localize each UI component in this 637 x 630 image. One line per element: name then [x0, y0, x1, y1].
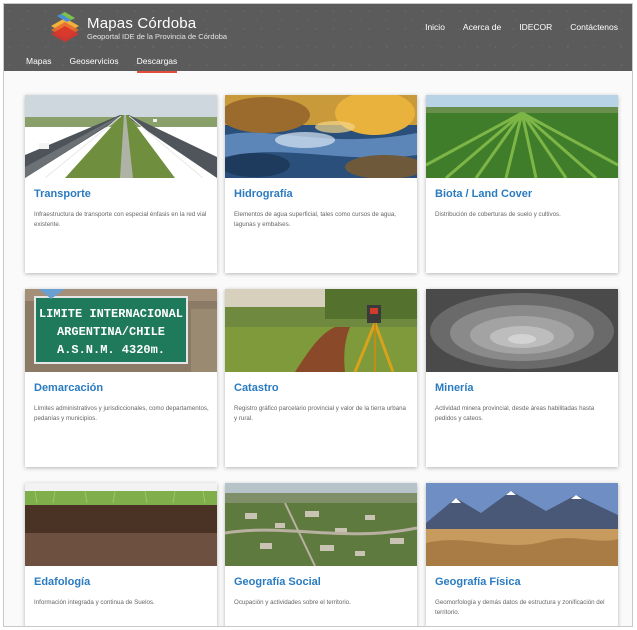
card-description: Geomorfología y demás datos de estructur… [435, 599, 605, 616]
card-demarcacion[interactable]: LIMITE INTERNACIONAL ARGENTINA/CHILE A.S… [25, 289, 217, 467]
sign-line-1: LIMITE INTERNACIONAL [39, 307, 183, 321]
card-title[interactable]: Catastro [234, 382, 279, 394]
brand-subtitle: Geoportal IDE de la Provincia de Córdoba [87, 32, 228, 41]
card-description: Elementos de agua superficial, tales com… [234, 211, 396, 228]
card-title[interactable]: Transporte [34, 188, 91, 200]
card-description: Información integrada y continua de Suel… [34, 599, 155, 606]
crop-field-photo [426, 95, 618, 178]
brand-title[interactable]: Mapas Córdoba [87, 15, 196, 32]
main-nav: Mapas Geoservicios Descargas [26, 56, 178, 73]
aerial-town-photo [225, 483, 417, 566]
river-photo [225, 95, 417, 178]
card-title[interactable]: Edafología [34, 576, 90, 588]
top-nav: Inicio Acerca de IDECOR Contáctenos [425, 22, 618, 32]
card-edafologia[interactable]: Edafología Información integrada y conti… [25, 483, 217, 626]
card-catastro[interactable]: Catastro Registro gráfico parcelario pro… [225, 289, 417, 467]
card-mineria[interactable]: Minería Actividad minera provincial, des… [426, 289, 618, 467]
card-description: Ocupación y actividades sobre el territo… [234, 599, 351, 606]
surveying-instrument-photo [225, 289, 417, 372]
highway-photo [25, 95, 217, 178]
card-hidrografia[interactable]: Hidrografía Elementos de agua superficia… [225, 95, 417, 273]
tab-geoservicios[interactable]: Geoservicios [70, 56, 119, 73]
card-description: Actividad minera provincial, desde áreas… [435, 405, 595, 422]
mapas-cordoba-logo-icon[interactable] [49, 12, 83, 44]
tab-descargas[interactable]: Descargas [136, 56, 178, 73]
card-description: Registro gráfico parcelario provincial y… [234, 405, 406, 422]
nav-link-acerca-de[interactable]: Acerca de [463, 22, 501, 32]
card-title[interactable]: Biota / Land Cover [435, 188, 532, 200]
nav-link-idecor[interactable]: IDECOR [519, 22, 552, 32]
card-geografia-fisica[interactable]: Geografía Física Geomorfología y demás d… [426, 483, 618, 626]
card-title[interactable]: Demarcación [34, 382, 103, 394]
card-transporte[interactable]: Transporte Infraestructura de transporte… [25, 95, 217, 273]
card-geografia-social[interactable]: Geografía Social Ocupación y actividades… [225, 483, 417, 626]
site-header: Mapas Córdoba Geoportal IDE de la Provin… [4, 4, 632, 73]
card-description: Límites administrativos y jurisdiccional… [34, 405, 209, 422]
border-sign-photo: LIMITE INTERNACIONAL ARGENTINA/CHILE A.S… [25, 289, 217, 372]
soil-profile-photo [25, 483, 217, 566]
card-description: Infraestructura de transporte con especi… [34, 211, 207, 228]
open-pit-mine-photo [426, 289, 618, 372]
nav-link-contactenos[interactable]: Contáctenos [570, 22, 618, 32]
card-title[interactable]: Hidrografía [234, 188, 293, 200]
sign-line-2: ARGENTINA/CHILE [57, 325, 165, 339]
card-title[interactable]: Minería [435, 382, 474, 394]
sign-line-3: A.S.N.M. 4320m. [57, 343, 165, 357]
card-description: Distribución de coberturas de suelo y cu… [435, 211, 561, 218]
card-title[interactable]: Geografía Física [435, 576, 521, 588]
card-title[interactable]: Geografía Social [234, 576, 321, 588]
page-frame: Mapas Córdoba Geoportal IDE de la Provin… [3, 3, 633, 627]
card-biota-land-cover[interactable]: Biota / Land Cover Distribución de cober… [426, 95, 618, 273]
tab-mapas[interactable]: Mapas [26, 56, 52, 73]
nav-link-inicio[interactable]: Inicio [425, 22, 445, 32]
dunes-mountains-photo [426, 483, 618, 566]
